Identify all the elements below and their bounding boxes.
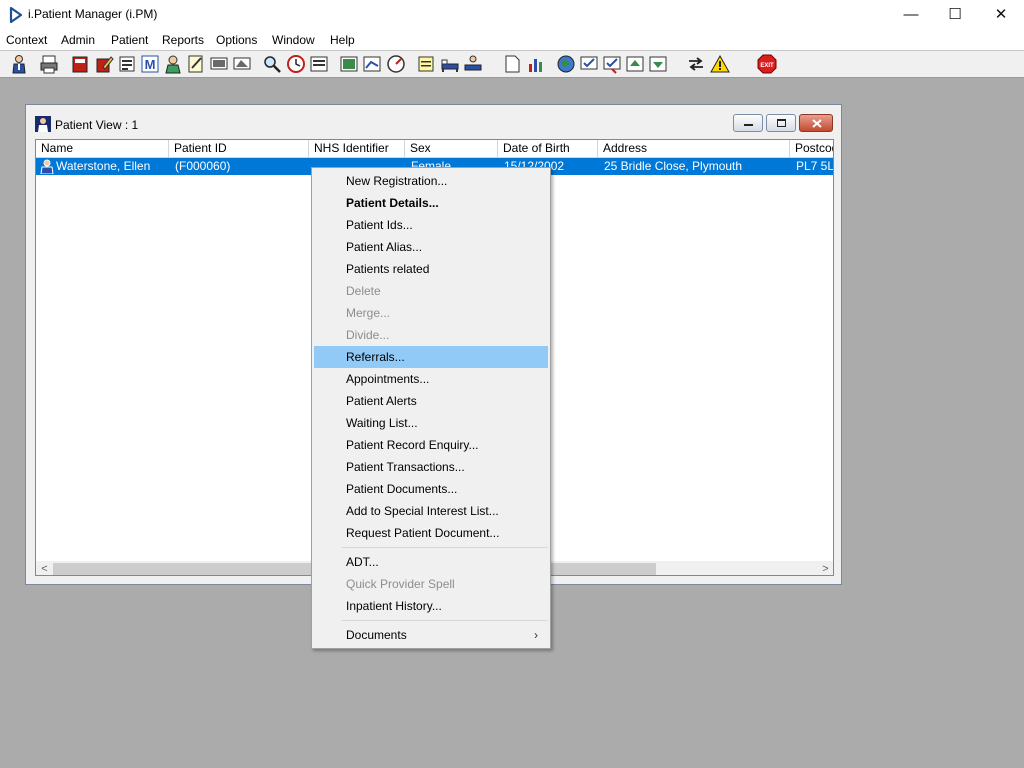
menu-options[interactable]: Options [216, 33, 257, 47]
patient-registration-icon[interactable] [9, 54, 29, 74]
pictures-icon[interactable] [339, 54, 359, 74]
menu-item-adt[interactable]: ADT... [314, 551, 548, 573]
menu-item-appointments[interactable]: Appointments... [314, 368, 548, 390]
menu-item-patient-ids[interactable]: Patient Ids... [314, 214, 548, 236]
exit-label: EXIT [760, 63, 774, 69]
patient-row-icon [40, 159, 54, 174]
edit-record-icon[interactable] [94, 54, 114, 74]
document-icon[interactable] [502, 54, 522, 74]
menu-patient[interactable]: Patient [111, 33, 148, 47]
swap-icon[interactable] [686, 54, 706, 74]
cell-postcode: PL7 5LF [796, 159, 834, 173]
menu-item-patient-documents[interactable]: Patient Documents... [314, 478, 548, 500]
menu-admin[interactable]: Admin [61, 33, 95, 47]
menu-item-patient-transactions[interactable]: Patient Transactions... [314, 456, 548, 478]
menu-item-patients-related[interactable]: Patients related [314, 258, 548, 280]
menu-item-documents-label: Documents [346, 628, 407, 642]
menu-item-request-patient-document[interactable]: Request Patient Document... [314, 522, 548, 544]
app-logo-icon [9, 7, 23, 23]
menu-bar: Context Admin Patient Reports Options Wi… [0, 30, 1024, 50]
child-minimize-button[interactable] [733, 114, 763, 132]
menu-reports[interactable]: Reports [162, 33, 204, 47]
chart-icon[interactable] [526, 54, 546, 74]
case-notes-icon[interactable] [117, 54, 137, 74]
patient-view-title-bar: Patient View : 1 [26, 105, 841, 139]
column-header-nhs-identifier[interactable]: NHS Identifier [309, 140, 405, 158]
menu-window[interactable]: Window [272, 33, 315, 47]
app-title: i.Patient Manager (i.PM) [28, 7, 158, 21]
menu-item-documents[interactable]: Documents › [314, 624, 548, 646]
transfer-icon[interactable] [625, 54, 645, 74]
menu-item-patient-alerts[interactable]: Patient Alerts [314, 390, 548, 412]
menu-item-quick-provider-spell: Quick Provider Spell [346, 577, 455, 591]
patient-context-menu: New Registration... Patient Details... P… [311, 167, 551, 649]
menu-context[interactable]: Context [6, 33, 47, 47]
warning-icon[interactable] [710, 54, 730, 74]
menu-item-patient-alias[interactable]: Patient Alias... [314, 236, 548, 258]
admit-icon[interactable] [463, 54, 483, 74]
clock-icon[interactable] [286, 54, 306, 74]
menu-item-referrals[interactable]: Referrals... [314, 346, 548, 368]
menu-item-delete: Delete [346, 284, 381, 298]
submenu-arrow-icon: › [534, 628, 538, 642]
timer-icon[interactable] [386, 54, 406, 74]
doctor-icon[interactable] [163, 54, 183, 74]
checklist-icon[interactable] [579, 54, 599, 74]
list-header: Name Patient ID NHS Identifier Sex Date … [36, 140, 833, 158]
cell-patient-id: (F000060) [175, 159, 231, 173]
bed-icon[interactable] [440, 54, 460, 74]
menu-item-add-to-special-interest-list[interactable]: Add to Special Interest List... [314, 500, 548, 522]
close-icon [812, 119, 822, 128]
cell-name: Waterstone, Ellen [56, 159, 151, 173]
close-button[interactable]: ✕ [978, 0, 1024, 30]
menu-item-patient-details[interactable]: Patient Details... [314, 192, 548, 214]
m-icon[interactable]: M [140, 54, 160, 74]
minimize-button[interactable]: — [888, 0, 934, 30]
menu-item-divide: Divide... [346, 328, 390, 342]
reports-icon[interactable] [362, 54, 382, 74]
memo-icon[interactable] [416, 54, 436, 74]
menu-separator [342, 547, 548, 548]
globe-icon[interactable] [556, 54, 576, 74]
column-header-postcode[interactable]: Postcode [790, 140, 833, 158]
scroll-right-arrow[interactable]: > [817, 561, 833, 575]
menu-item-merge: Merge... [346, 306, 391, 320]
column-header-patient-id[interactable]: Patient ID [169, 140, 309, 158]
print-icon[interactable] [39, 54, 59, 74]
refresh-icon[interactable] [648, 54, 668, 74]
referral-flag-icon[interactable] [209, 54, 229, 74]
column-header-address[interactable]: Address [598, 140, 790, 158]
search-icon[interactable] [262, 54, 282, 74]
menu-item-new-registration[interactable]: New Registration... [314, 170, 548, 192]
menu-item-patient-record-enquiry[interactable]: Patient Record Enquiry... [314, 434, 548, 456]
scroll-left-arrow[interactable]: < [36, 561, 53, 575]
menu-item-waiting-list[interactable]: Waiting List... [314, 412, 548, 434]
menu-help[interactable]: Help [330, 33, 355, 47]
menu-separator [342, 620, 548, 621]
patient-view-title: Patient View : 1 [55, 118, 139, 132]
maximize-button[interactable]: ☐ [932, 0, 978, 30]
toolbar: M EXIT [0, 50, 1024, 78]
svg-text:M: M [145, 57, 156, 72]
patient-window-icon [35, 116, 51, 132]
column-header-name[interactable]: Name [36, 140, 169, 158]
list-icon[interactable] [309, 54, 329, 74]
cell-address: 25 Bridle Close, Plymouth [604, 159, 743, 173]
menu-item-inpatient-history[interactable]: Inpatient History... [314, 595, 548, 617]
book-icon[interactable] [70, 54, 90, 74]
tasks-icon[interactable] [602, 54, 622, 74]
column-header-date-of-birth[interactable]: Date of Birth [498, 140, 598, 158]
column-header-sex[interactable]: Sex [405, 140, 498, 158]
child-restore-button[interactable] [766, 114, 796, 132]
title-bar: i.Patient Manager (i.PM) — ☐ ✕ [0, 0, 1024, 30]
child-close-button[interactable] [799, 114, 833, 132]
notes-icon[interactable] [186, 54, 206, 74]
exit-icon[interactable]: EXIT [757, 54, 777, 74]
clinic-flag-icon[interactable] [232, 54, 252, 74]
